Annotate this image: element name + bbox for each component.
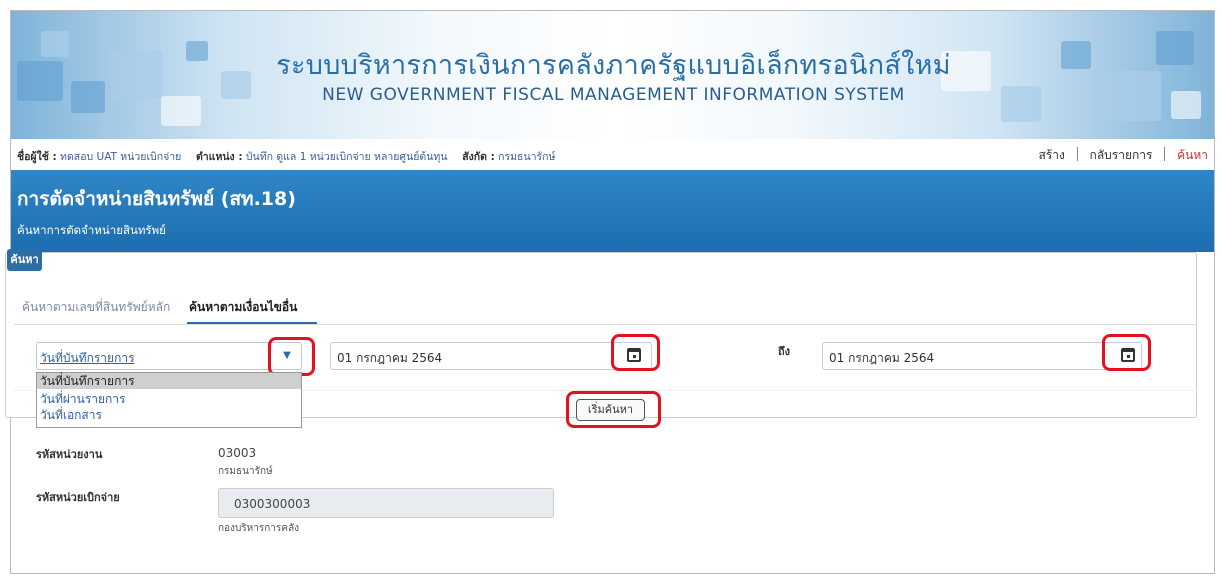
system-title-en: NEW GOVERNMENT FISCAL MANAGEMENT INFORMA… <box>322 85 905 105</box>
from-date-value: 01 กรกฎาคม 2564 <box>337 351 443 365</box>
highlight-ring <box>566 391 661 428</box>
top-links: สร้าง กลับรายการ ค้นหา <box>1039 146 1208 165</box>
page-title: การตัดจำหน่ายสินทรัพย์ (สท.18) <box>17 188 296 210</box>
date-type-selected: วันที่บันทึกรายการ <box>40 351 135 365</box>
from-date-input[interactable]: 01 กรกฎาคม 2564 <box>330 342 652 370</box>
user-position: บันทึก ดูแล 1 หน่วยเบิกจ่าย หลายศูนย์ต้น… <box>245 151 448 163</box>
active-tab-indicator <box>187 322 317 324</box>
divider <box>1164 147 1166 161</box>
create-link[interactable]: สร้าง <box>1039 146 1065 165</box>
date-type-option[interactable]: วันที่เอกสาร <box>37 407 301 423</box>
user-name: ทดสอบ UAT หน่วยเบิกจ่าย <box>60 151 182 163</box>
system-banner: ระบบบริหารการเงินการคลังภาครัฐแบบอิเล็กท… <box>11 11 1214 139</box>
search-link[interactable]: ค้นหา <box>1177 146 1208 165</box>
system-title-th: ระบบบริหารการเงินการคลังภาครัฐแบบอิเล็กท… <box>276 50 951 81</box>
highlight-ring <box>1102 334 1151 371</box>
search-panel-badge: ค้นหา <box>7 249 42 271</box>
tab-search-by-asset-number[interactable]: ค้นหาตามเลขที่สินทรัพย์หลัก <box>22 298 170 317</box>
back-to-list-link[interactable]: กลับรายการ <box>1090 146 1153 165</box>
date-type-option[interactable]: วันที่บันทึกรายการ <box>37 373 301 389</box>
page-subtitle: ค้นหาการตัดจำหน่ายสินทรัพย์ <box>17 223 166 237</box>
to-date-input[interactable]: 01 กรกฎาคม 2564 <box>822 342 1142 370</box>
tab-search-by-other-conditions[interactable]: ค้นหาตามเงื่อนไขอื่น <box>189 298 297 317</box>
user-name-label: ชื่อผู้ใช้ : <box>17 151 57 163</box>
tab-divider <box>14 324 1197 325</box>
user-affiliation: กรมธนารักษ์ <box>498 151 556 163</box>
to-date-value: 01 กรกฎาคม 2564 <box>829 351 935 365</box>
disb-code-label: รหัสหน่วยเบิกจ่าย <box>36 491 120 504</box>
divider <box>1076 147 1078 161</box>
user-affiliation-label: สังกัด : <box>462 151 495 163</box>
dept-name-value: กรมธนารักษ์ <box>218 466 273 477</box>
disb-code-value: 0300300003 <box>234 497 311 511</box>
user-info-bar: ชื่อผู้ใช้ : ทดสอบ UAT หน่วยเบิกจ่าย ตำแ… <box>11 139 1214 170</box>
disb-code-field: 0300300003 <box>218 488 554 518</box>
to-label: ถึง <box>778 345 791 358</box>
highlight-ring <box>611 334 660 371</box>
date-type-options: วันที่บันทึกรายการ วันที่ผ่านรายการ วันท… <box>36 372 302 428</box>
highlight-ring <box>268 337 315 376</box>
dept-code-value: 03003 <box>218 446 257 460</box>
date-type-option[interactable]: วันที่ผ่านรายการ <box>37 391 301 407</box>
user-position-label: ตำแหน่ง : <box>195 151 243 163</box>
user-info: ชื่อผู้ใช้ : ทดสอบ UAT หน่วยเบิกจ่าย ตำแ… <box>17 148 555 165</box>
date-type-select[interactable]: วันที่บันทึกรายการ <box>36 342 302 370</box>
dept-code-label: รหัสหน่วยงาน <box>36 448 103 461</box>
disb-name-value: กองบริหารการคลัง <box>218 523 299 534</box>
page-header: การตัดจำหน่ายสินทรัพย์ (สท.18) ค้นหาการต… <box>11 170 1214 252</box>
